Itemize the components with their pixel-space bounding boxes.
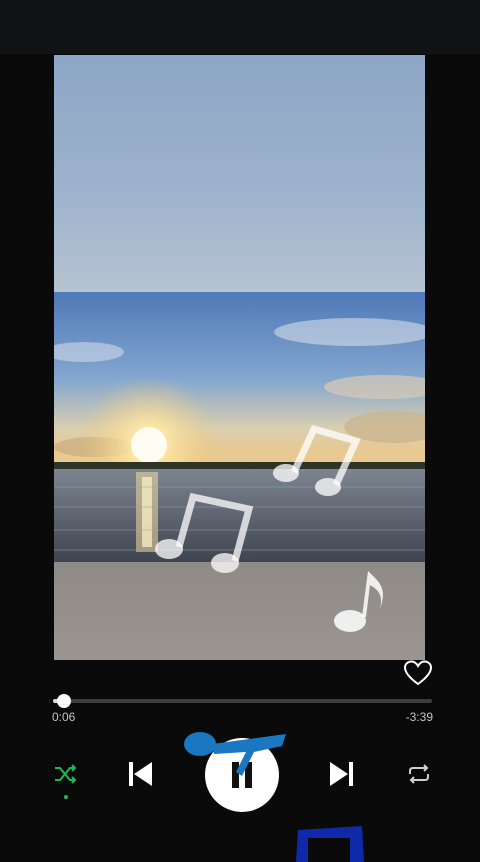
current-time: 0:06 — [52, 710, 76, 724]
progress-thumb[interactable] — [56, 694, 71, 708]
previous-button[interactable] — [122, 756, 158, 792]
music-note-icon — [273, 424, 361, 496]
heart-icon[interactable] — [403, 659, 433, 687]
repeat-icon — [409, 764, 429, 784]
music-note-icon — [155, 492, 254, 573]
skip-previous-icon — [129, 762, 152, 786]
album-artwork-video — [54, 55, 425, 660]
music-note-icon — [296, 826, 364, 862]
artwork-sky-panel — [54, 55, 425, 292]
music-note-icon — [334, 571, 383, 632]
music-note-icon — [184, 732, 286, 776]
shuffle-button[interactable] — [50, 760, 82, 788]
shuffle-active-dot — [64, 795, 68, 799]
remaining-time: -3:39 — [405, 710, 433, 724]
progress-bar[interactable] — [53, 694, 432, 708]
next-button[interactable] — [324, 756, 360, 792]
status-bar — [0, 0, 480, 54]
skip-next-icon — [330, 762, 353, 786]
repeat-button[interactable] — [403, 760, 435, 788]
shuffle-icon — [55, 764, 77, 784]
